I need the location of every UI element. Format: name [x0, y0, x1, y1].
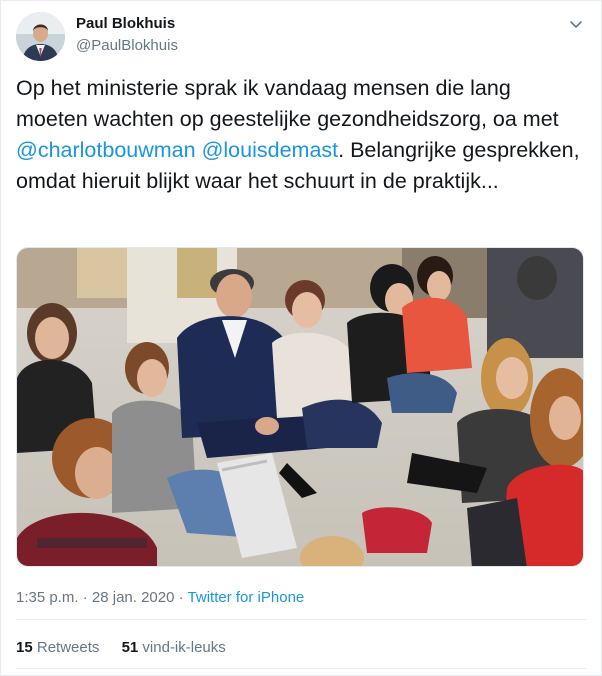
meta-separator: · [174, 589, 188, 606]
tweet-time[interactable]: 1:35 p.m. [16, 589, 79, 606]
tweet-text-part1: Op het ministerie sprak ik vandaag mense… [16, 76, 559, 131]
likes-stat[interactable]: 51 vind-ik-leuks [122, 639, 226, 656]
tweet-date[interactable]: 28 jan. 2020 [92, 589, 175, 606]
mention-link[interactable]: @charlotbouwman [16, 138, 196, 162]
divider [16, 668, 586, 669]
retweets-stat[interactable]: 15 Retweets [16, 639, 99, 656]
author-handle[interactable]: @PaulBlokhuis [76, 37, 178, 54]
retweets-count: 15 [16, 639, 33, 656]
tweet-text: Op het ministerie sprak ik vandaag mense… [16, 73, 586, 197]
mention-link[interactable]: @louisdemast [202, 138, 339, 162]
tweet-stats: 15 Retweets 51 vind-ik-leuks [16, 639, 244, 656]
likes-count: 51 [121, 639, 139, 656]
tweet-photo[interactable] [16, 247, 584, 567]
meta-separator: · [78, 589, 92, 606]
tweet-meta: 1:35 p.m. · 28 jan. 2020 · Twitter for i… [16, 589, 304, 606]
author-name[interactable]: Paul Blokhuis [76, 15, 175, 32]
likes-label: vind-ik-leuks [142, 639, 226, 656]
retweets-label: Retweets [36, 639, 100, 656]
chevron-down-icon[interactable] [566, 14, 586, 34]
avatar[interactable] [16, 12, 65, 61]
divider [16, 619, 586, 620]
tweet-source-link[interactable]: Twitter for iPhone [188, 589, 305, 606]
